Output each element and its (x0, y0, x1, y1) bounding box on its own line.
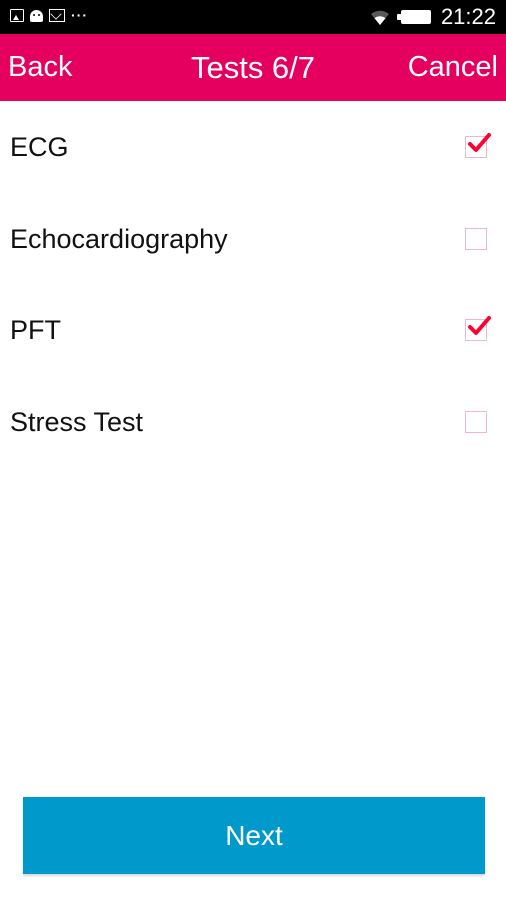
test-item-stress-test[interactable]: Stress Test (0, 376, 506, 468)
clock: 21:22 (440, 4, 496, 29)
battery-icon (396, 10, 431, 24)
test-label: ECG (10, 132, 69, 162)
status-bar: ··· 21:22 (0, 0, 506, 34)
checkmark-icon (468, 316, 491, 335)
echocardiography-checkbox[interactable] (465, 227, 487, 250)
nav-bar: Back Tests 6/7 Cancel (0, 34, 506, 101)
test-label: Stress Test (10, 406, 144, 437)
mail-icon (49, 9, 65, 22)
test-item-pft[interactable]: PFT (0, 284, 506, 376)
checkmark-icon (468, 133, 491, 152)
cancel-button[interactable]: Cancel (408, 34, 498, 101)
test-list: ECG Echocardiography PFT Stress Test (0, 101, 506, 467)
system-icons: 21:22 (369, 5, 496, 29)
stress-test-checkbox[interactable] (465, 410, 487, 433)
pft-checkbox[interactable] (465, 316, 491, 341)
android-icon (30, 9, 43, 22)
wifi-icon (370, 10, 389, 25)
test-label: Echocardiography (10, 223, 228, 254)
test-label: PFT (10, 315, 61, 345)
back-button[interactable]: Back (8, 34, 72, 101)
notification-icons: ··· (10, 7, 88, 23)
ecg-checkbox[interactable] (465, 133, 491, 158)
test-item-echocardiography[interactable]: Echocardiography (0, 193, 506, 285)
image-icon (10, 9, 24, 22)
next-button[interactable]: Next (23, 797, 485, 874)
test-item-ecg[interactable]: ECG (0, 101, 506, 193)
more-dots-icon: ··· (71, 7, 88, 23)
